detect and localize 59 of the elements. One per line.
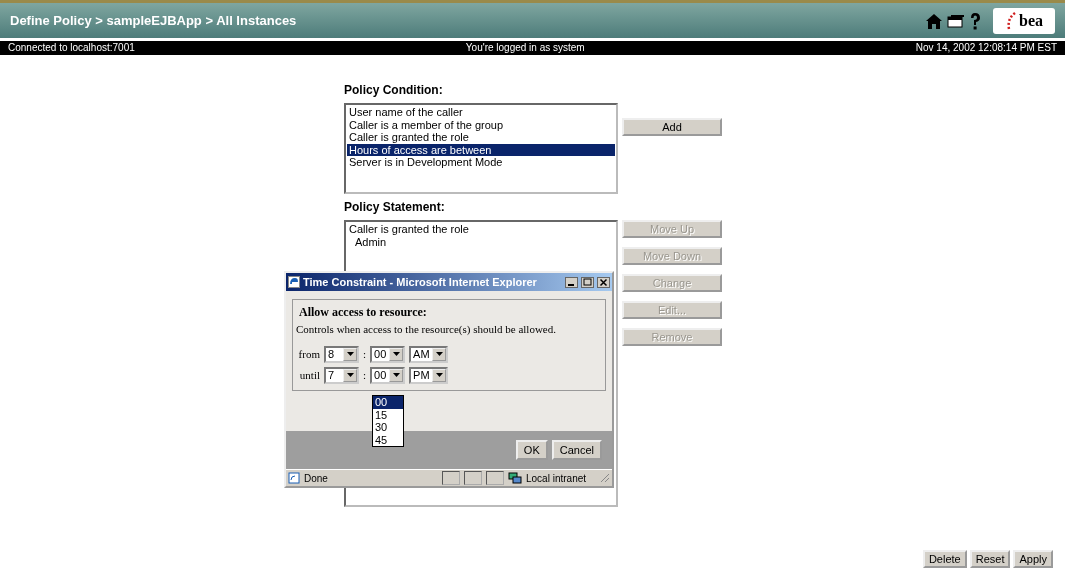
- condition-list[interactable]: User name of the caller Caller is a member of the group Caller is granted the role Hours of access are between Server is in Development Mode: [344, 103, 618, 194]
- separator-text: :: [363, 367, 367, 383]
- page-icon[interactable]: [288, 472, 300, 484]
- list-item[interactable]: Server is in Development Mode: [347, 156, 615, 169]
- footer-button[interactable]: Apply: [1013, 550, 1053, 568]
- close-icon[interactable]: [597, 276, 610, 288]
- list-item[interactable]: Caller is granted the role: [347, 131, 615, 144]
- dropdown-option[interactable]: 45: [373, 433, 403, 446]
- window-title: Time Constraint - Microsoft Internet Explorer: [303, 274, 538, 290]
- dialog-button[interactable]: Cancel: [551, 440, 602, 460]
- list-item[interactable]: Admin: [347, 235, 615, 248]
- resize-grip-icon[interactable]: [600, 473, 610, 483]
- dropdown-arrow-icon[interactable]: [435, 373, 443, 377]
- login-text: You're logged in as system: [465, 41, 585, 55]
- dropdown-option[interactable]: 30: [373, 421, 403, 434]
- connection-text: Connected to localhost:7001: [8, 41, 135, 55]
- dropdown-arrow-icon[interactable]: [346, 352, 354, 356]
- list-item[interactable]: Caller is granted the role: [347, 223, 615, 236]
- dropdown-arrow-icon[interactable]: [346, 373, 354, 377]
- section-label: Policy Statement:: [344, 199, 446, 216]
- list-item[interactable]: Hours of access are between: [347, 143, 615, 156]
- help-icon[interactable]: [969, 11, 981, 30]
- description-text: Controls when access to the resource(s) should be allowed.: [296, 322, 557, 337]
- select-field[interactable]: 00: [370, 345, 406, 363]
- separator-text: :: [363, 346, 367, 362]
- select-field[interactable]: PM: [409, 366, 449, 384]
- list-item[interactable]: Caller is a member of the group: [347, 118, 615, 131]
- dropdown-arrow-icon[interactable]: [435, 352, 443, 356]
- footer-button[interactable]: Reset: [969, 550, 1011, 568]
- dialog-button[interactable]: OK: [515, 440, 548, 460]
- logo-text: bea: [1019, 10, 1043, 31]
- browser-icon[interactable]: [288, 276, 300, 288]
- dropdown-option[interactable]: 15: [373, 408, 403, 421]
- footer-button[interactable]: Delete: [922, 550, 967, 568]
- status-text: Done: [304, 471, 329, 486]
- dropdown-arrow-icon[interactable]: [392, 373, 400, 377]
- page-title: Define Policy > sampleEJBApp > All Instances: [10, 11, 297, 30]
- swirl-icon: [1005, 10, 1017, 31]
- status-pane: [442, 471, 460, 485]
- minimize-icon[interactable]: [565, 276, 578, 288]
- zone-text: Local intranet: [526, 471, 588, 486]
- select-field[interactable]: 00: [370, 366, 406, 384]
- time-label: from: [297, 346, 320, 362]
- status-pane: [486, 471, 504, 485]
- window-icon[interactable]: [947, 13, 965, 28]
- list-item[interactable]: User name of the caller: [347, 106, 615, 119]
- select-field[interactable]: 8: [324, 345, 359, 363]
- dropdown-arrow-icon[interactable]: [392, 352, 400, 356]
- home-icon[interactable]: [925, 11, 943, 30]
- add-button[interactable]: Add: [622, 118, 722, 136]
- time-label: until: [298, 367, 320, 383]
- dropdown-option[interactable]: 00: [373, 396, 403, 409]
- datetime-text: Nov 14, 2002 12:08:14 PM EST: [915, 41, 1057, 55]
- network-icon[interactable]: [508, 472, 522, 484]
- select-field[interactable]: AM: [409, 345, 449, 363]
- maximize-icon[interactable]: [581, 276, 594, 288]
- select-field[interactable]: 7: [324, 366, 359, 384]
- section-label: Policy Condition:: [344, 82, 444, 99]
- status-pane: [464, 471, 482, 485]
